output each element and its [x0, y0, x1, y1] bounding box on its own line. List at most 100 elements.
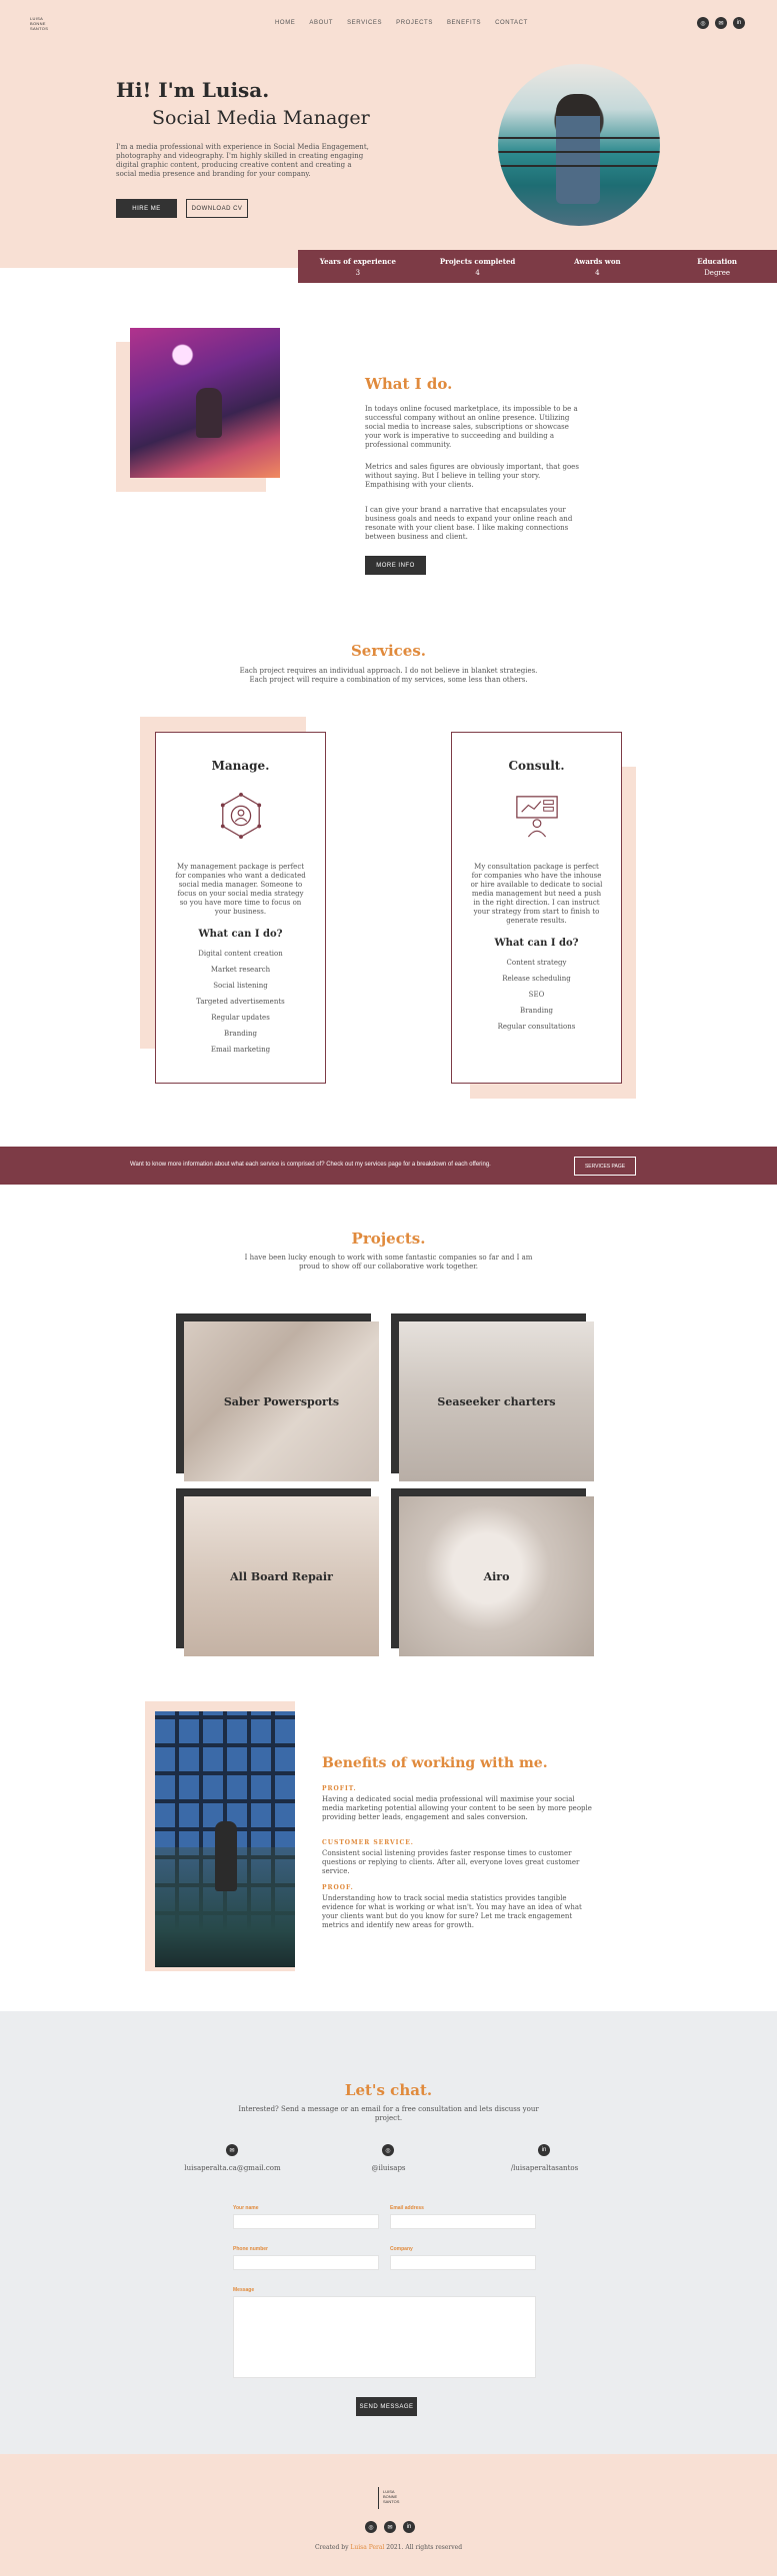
project-card[interactable]: Saber Powersports: [176, 1313, 379, 1481]
stats-bar: Years of experience 3 Projects completed 4…: [298, 250, 777, 283]
benefits-title: Benefits of working with me.: [322, 1755, 548, 1771]
projects-title: Projects.: [351, 1230, 426, 1248]
stat-item: Projects completed 4: [418, 250, 538, 283]
service-subtitle: What can I do?: [494, 938, 579, 949]
message-field[interactable]: [233, 2296, 536, 2378]
contact-linkedin[interactable]: /luisaperaltasantos: [462, 2164, 627, 2173]
email-icon[interactable]: ✉: [715, 17, 727, 29]
profile-photo: [498, 64, 660, 226]
services-subtitle: Each project will require a combination …: [249, 676, 528, 684]
project-label: Saber Powersports: [223, 1395, 340, 1408]
message-label: Message: [233, 2287, 255, 2293]
linkedin-icon[interactable]: in: [733, 17, 745, 29]
linkedin-icon[interactable]: in: [403, 2521, 415, 2533]
stat-value: 3: [355, 269, 361, 277]
presentation-icon: [515, 796, 558, 838]
author-link[interactable]: Luisa Peral: [350, 2544, 384, 2551]
hero-role: Social Media Manager: [152, 107, 370, 129]
list-item: Branding: [224, 1030, 257, 1038]
stat-value: Degree: [704, 269, 731, 277]
name-label: Your name: [233, 2205, 259, 2211]
send-message-button[interactable]: SEND MESSAGE: [356, 2397, 417, 2416]
service-subtitle: What can I do?: [198, 929, 283, 940]
footer: LUISA BONNE SANTOS ◎ ✉ in Created by Lui…: [0, 2454, 777, 2576]
contact-section: Let's chat. Interested? Send a message o…: [0, 2011, 777, 2454]
what-paragraph: Metrics and sales figures are obviously …: [365, 463, 579, 489]
email-field[interactable]: [390, 2214, 536, 2229]
name-field[interactable]: [233, 2214, 379, 2229]
services-subtitle: Each project requires an individual appr…: [239, 667, 538, 675]
list-item: Branding: [520, 1007, 553, 1015]
logo-line: SANTOS: [383, 2499, 400, 2504]
service-list: Digital content creation Market research…: [156, 946, 325, 1058]
project-label: Airo: [483, 1570, 510, 1583]
hero-greeting: Hi! I'm Luisa.: [116, 78, 270, 102]
contact-title: Let's chat.: [344, 2081, 433, 2099]
nav-projects[interactable]: PROJECTS: [396, 20, 433, 26]
project-card[interactable]: Airo: [391, 1488, 594, 1656]
service-title: Manage.: [211, 759, 270, 773]
header-social: ◎ ✉ in: [697, 17, 745, 29]
phone-label: Phone number: [233, 2246, 269, 2252]
service-description: My management package is perfect for com…: [175, 863, 306, 916]
list-item: Market research: [210, 966, 271, 974]
phone-field[interactable]: [233, 2255, 379, 2270]
benefit-heading: PROFIT.: [322, 1785, 357, 1792]
hero-section: LUISA BONNE SANTOS HOME ABOUT SERVICES P…: [0, 0, 777, 268]
network-user-icon: [220, 793, 261, 839]
company-label: Company: [390, 2246, 413, 2252]
email-icon: ✉: [226, 2144, 238, 2156]
service-card-manage: Manage. My management package is perfect…: [155, 732, 326, 1084]
nav-about[interactable]: ABOUT: [309, 20, 333, 26]
email-label: Email address: [390, 2205, 424, 2211]
more-info-button[interactable]: MORE INFO: [365, 556, 426, 575]
banner-text: Want to know more information about what…: [130, 1162, 491, 1168]
nav-services[interactable]: SERVICES: [347, 20, 382, 26]
what-title: What I do.: [365, 375, 453, 393]
main-nav: HOME ABOUT SERVICES PROJECTS BENEFITS CO…: [275, 20, 528, 26]
list-item: SEO: [528, 991, 545, 999]
list-item: Targeted advertisements: [196, 998, 285, 1006]
stat-label: Years of experience: [319, 257, 396, 266]
copyright-prefix: Created by: [314, 2544, 351, 2551]
stat-value: 4: [475, 269, 480, 277]
benefit-text: Having a dedicated social media professi…: [322, 1795, 592, 1821]
what-paragraph: I can give your brand a narrative that e…: [365, 506, 573, 541]
footer-logo[interactable]: LUISA BONNE SANTOS: [383, 2489, 399, 2504]
projects-subtitle: proud to show off our collaborative work…: [298, 1263, 479, 1271]
email-icon[interactable]: ✉: [384, 2521, 396, 2533]
project-label: Seaseeker charters: [437, 1395, 556, 1408]
instagram-icon: ◎: [382, 2144, 394, 2156]
download-cv-button[interactable]: DOWNLOAD CV: [186, 199, 248, 218]
what-paragraph: In todays online focused marketplace, it…: [365, 405, 578, 449]
stat-label: Projects completed: [439, 257, 516, 266]
instagram-icon[interactable]: ◎: [365, 2521, 377, 2533]
contact-instagram[interactable]: @iluisaps: [306, 2164, 471, 2173]
contact-subtitle: Interested? Send a message or an email f…: [238, 2105, 539, 2113]
project-card[interactable]: Seaseeker charters: [391, 1313, 594, 1481]
site-logo[interactable]: LUISA BONNE SANTOS: [30, 16, 54, 31]
contact-email[interactable]: luisaperalta.ca@gmail.com: [150, 2164, 315, 2173]
service-list: Content strategy Release scheduling SEO …: [452, 955, 621, 1035]
hire-me-button[interactable]: HIRE ME: [116, 199, 177, 218]
list-item: Email marketing: [210, 1046, 271, 1054]
footer-social: ◎ ✉ in: [365, 2521, 415, 2533]
company-field[interactable]: [390, 2255, 536, 2270]
service-title: Consult.: [508, 759, 565, 773]
services-page-button[interactable]: SERVICES PAGE: [574, 1157, 636, 1176]
service-card-consult: Consult. My consultation package is perf…: [451, 732, 622, 1084]
instagram-icon[interactable]: ◎: [697, 17, 709, 29]
list-item: Social listening: [213, 982, 268, 990]
stat-item: Education Degree: [657, 250, 777, 283]
list-item: Regular consultations: [497, 1023, 576, 1031]
nav-home[interactable]: HOME: [275, 20, 295, 26]
list-item: Release scheduling: [502, 975, 571, 983]
hero-intro: I'm a media professional with experience…: [116, 143, 369, 178]
nav-benefits[interactable]: BENEFITS: [447, 20, 481, 26]
project-card[interactable]: All Board Repair: [176, 1488, 379, 1656]
nav-contact[interactable]: CONTACT: [495, 20, 528, 26]
projects-subtitle: I have been lucky enough to work with so…: [244, 1254, 533, 1262]
stat-item: Awards won 4: [538, 250, 658, 283]
benefit-text: Consistent social listening provides fas…: [322, 1849, 580, 1875]
footer-logo-divider: [378, 2487, 379, 2509]
